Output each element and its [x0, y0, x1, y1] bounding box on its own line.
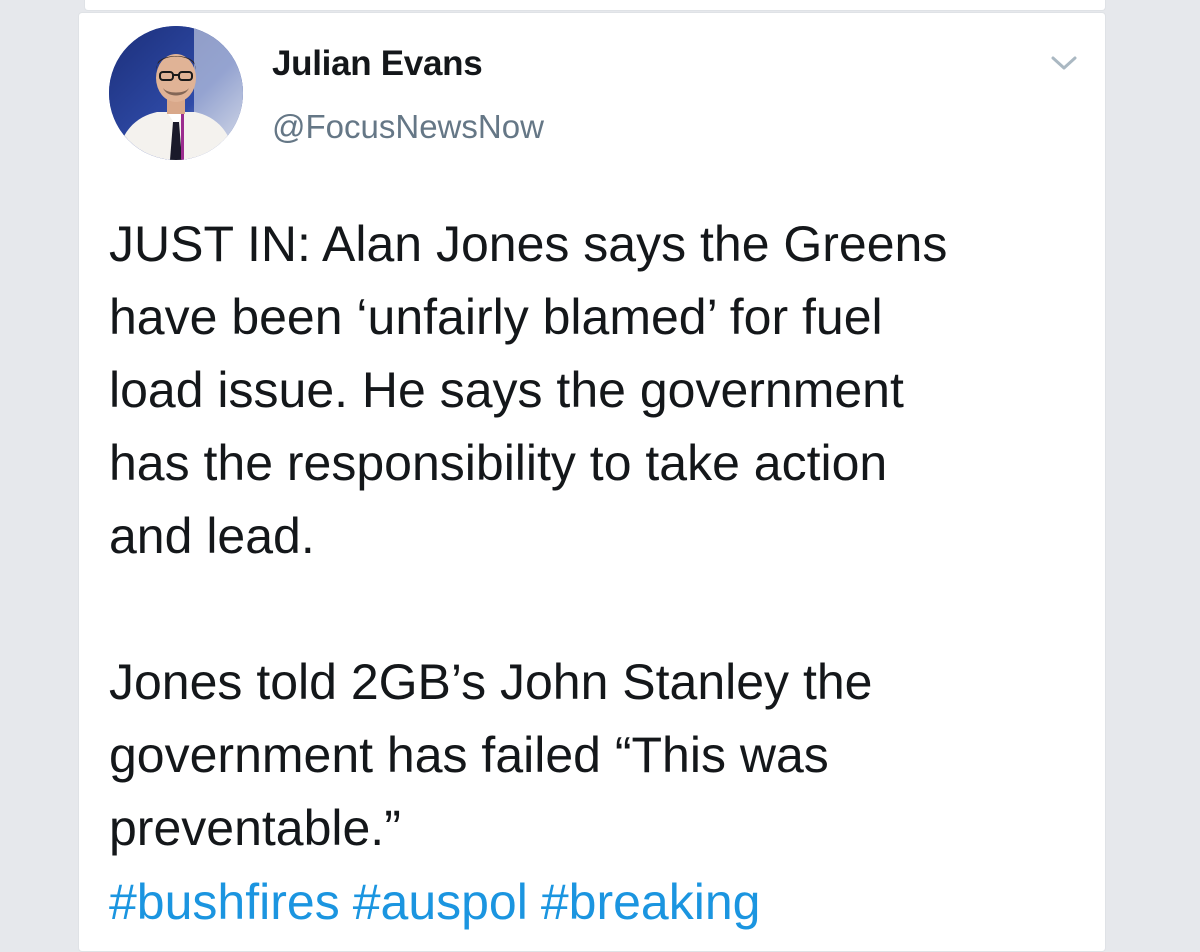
tweet-line: Jones told 2GB’s John Stanley the: [109, 654, 873, 710]
author-handle[interactable]: @FocusNewsNow: [272, 108, 544, 146]
tweet-line: load issue. He says the government: [109, 362, 904, 418]
tweet-card[interactable]: Julian Evans @FocusNewsNow JUST IN: Alan…: [78, 12, 1106, 952]
tweet-line: preventable.”: [109, 800, 401, 856]
tweet-line: have been ‘unfairly blamed’ for fuel: [109, 289, 883, 345]
chevron-down-icon[interactable]: [1049, 51, 1079, 75]
hashtag-list: #bushfires #auspol #breaking: [109, 866, 773, 939]
hashtag-link[interactable]: #bushfires: [109, 874, 340, 930]
hashtag-link[interactable]: #breaking: [541, 874, 761, 930]
tweet-paragraph: JUST IN: Alan Jones says the Greens have…: [109, 208, 1084, 573]
tweet-line: government has failed “This was: [109, 727, 829, 783]
avatar[interactable]: [109, 26, 243, 160]
tweet-paragraph: Jones told 2GB’s John Stanley the govern…: [109, 646, 1084, 865]
hashtag-link[interactable]: #auspol: [353, 874, 528, 930]
tweet-line: JUST IN: Alan Jones says the Greens: [109, 216, 948, 272]
tweet-line: and lead.: [109, 508, 315, 564]
tweet-text: JUST IN: Alan Jones says the Greens have…: [109, 208, 1084, 865]
profile-photo-icon: [109, 26, 243, 160]
previous-tweet-card: [84, 0, 1106, 11]
author-display-name[interactable]: Julian Evans: [272, 44, 483, 84]
tweet-line: has the responsibility to take action: [109, 435, 888, 491]
